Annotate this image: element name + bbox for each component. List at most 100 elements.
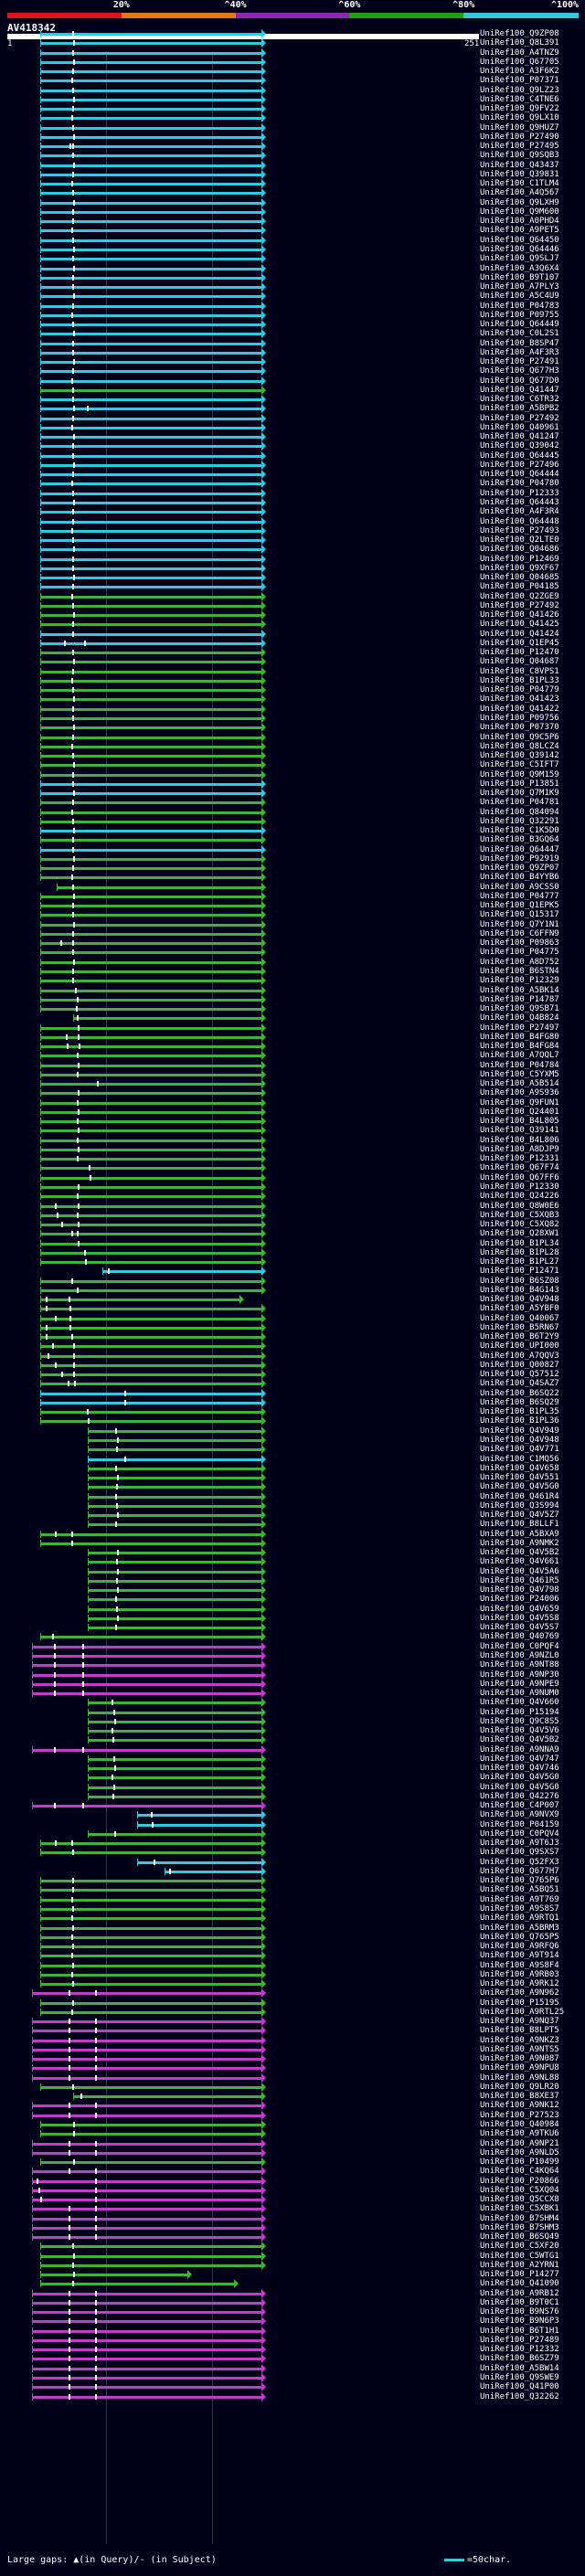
hit-arrow bbox=[261, 882, 266, 892]
gap-marker bbox=[69, 2384, 70, 2390]
hit-bar bbox=[40, 1148, 261, 1151]
gap-marker bbox=[112, 1793, 114, 1799]
hit-arrow bbox=[261, 1885, 266, 1895]
hit-arrow bbox=[261, 320, 266, 330]
gap-marker bbox=[72, 452, 74, 459]
hit-arrow bbox=[261, 1716, 266, 1726]
hit-bar bbox=[88, 1439, 261, 1442]
hit-arrow bbox=[261, 1801, 266, 1811]
hit-arrow bbox=[261, 2167, 266, 2177]
gap-marker bbox=[114, 1765, 116, 1772]
hit-arrow bbox=[261, 1172, 266, 1182]
gap-marker bbox=[69, 2019, 70, 2025]
hit-bar bbox=[40, 1167, 261, 1171]
hit-arrow bbox=[261, 1773, 266, 1783]
gap-marker bbox=[69, 2149, 70, 2156]
hit-arrow bbox=[261, 2063, 266, 2073]
hit-bar bbox=[40, 1242, 261, 1246]
hit-arrow bbox=[261, 1463, 266, 1473]
gap-marker bbox=[72, 87, 74, 93]
gap-marker bbox=[117, 1568, 119, 1574]
gap-marker bbox=[69, 2037, 70, 2043]
hit-bar bbox=[88, 1552, 261, 1555]
hit-arrow bbox=[261, 1238, 266, 1248]
gap-marker bbox=[77, 1071, 79, 1077]
hit-arrow bbox=[261, 2054, 266, 2064]
hit-arrow bbox=[261, 807, 266, 817]
gap-marker bbox=[73, 133, 75, 140]
hit-bar bbox=[40, 595, 261, 599]
gap-marker bbox=[73, 246, 75, 252]
hit-bar bbox=[40, 1392, 261, 1395]
hit-arrow bbox=[261, 1051, 266, 1061]
gap-marker bbox=[95, 2224, 97, 2231]
gap-marker bbox=[40, 2197, 42, 2203]
hit-bar bbox=[40, 1279, 261, 1283]
hit-arrow bbox=[261, 2092, 266, 2102]
hit-bar bbox=[102, 1270, 261, 1274]
gap-marker bbox=[69, 2140, 70, 2147]
hit-arrow bbox=[261, 1913, 266, 1924]
hit-arrow bbox=[261, 470, 266, 480]
gap-marker bbox=[95, 2384, 97, 2390]
hit-bar bbox=[88, 1448, 261, 1452]
hit-bar bbox=[40, 1917, 261, 1921]
hit-arrow bbox=[261, 1332, 266, 1342]
gap-marker bbox=[78, 1183, 80, 1190]
hit-arrow bbox=[261, 1482, 266, 1492]
hit-arrow bbox=[261, 2232, 266, 2242]
gap-marker bbox=[61, 1222, 63, 1228]
hit-bar bbox=[40, 1326, 261, 1330]
gap-marker bbox=[73, 434, 75, 440]
gap-marker bbox=[95, 2065, 97, 2072]
hit-arrow bbox=[261, 1650, 266, 1660]
hit-arrow bbox=[261, 460, 266, 470]
hit-arrow bbox=[261, 2288, 266, 2298]
hit-arrow bbox=[261, 263, 266, 273]
hit-bar bbox=[40, 1008, 261, 1012]
gap-marker bbox=[69, 2375, 70, 2380]
hit-arrow bbox=[261, 1791, 266, 1801]
gap-marker bbox=[72, 978, 74, 984]
hit-arrow bbox=[261, 272, 266, 282]
gap-marker bbox=[154, 1859, 155, 1865]
gap-marker bbox=[117, 1475, 119, 1481]
gap-marker bbox=[95, 2103, 97, 2109]
gap-marker bbox=[113, 1709, 115, 1715]
hit-arrow bbox=[261, 1004, 266, 1014]
hit-arrow bbox=[261, 1566, 266, 1576]
hit-bar bbox=[40, 1073, 261, 1076]
gap-marker bbox=[54, 1691, 56, 1697]
hit-arrow bbox=[261, 347, 266, 357]
hit-arrow bbox=[261, 488, 266, 498]
gap-marker bbox=[73, 725, 75, 731]
gap-marker bbox=[108, 1268, 110, 1275]
hit-bar bbox=[40, 1317, 261, 1320]
gap-marker bbox=[95, 2028, 97, 2034]
gap-marker bbox=[73, 1372, 75, 1378]
hit-arrow bbox=[261, 1876, 266, 1886]
hit-bar bbox=[32, 2170, 261, 2174]
hit-arrow bbox=[261, 1285, 266, 1295]
hit-row[interactable]: UniRef100_Q32262 bbox=[0, 2391, 585, 2402]
gap-marker bbox=[46, 1324, 48, 1330]
hit-arrow bbox=[261, 76, 266, 86]
gap-marker bbox=[78, 1146, 80, 1152]
gap-marker bbox=[72, 302, 74, 309]
gap-marker bbox=[116, 1577, 118, 1584]
gap-marker bbox=[95, 2046, 97, 2052]
hit-arrow bbox=[261, 132, 266, 142]
gap-marker bbox=[151, 1812, 153, 1818]
hit-arrow bbox=[261, 1744, 266, 1754]
hit-arrow bbox=[261, 1135, 266, 1145]
gap-marker bbox=[169, 1868, 171, 1874]
gap-marker bbox=[52, 1343, 54, 1350]
hit-arrow bbox=[261, 1117, 266, 1127]
gap-marker bbox=[71, 1277, 73, 1284]
gap-marker bbox=[87, 1409, 89, 1415]
hit-bar bbox=[40, 529, 261, 533]
hit-arrow bbox=[261, 2354, 266, 2364]
hit-label[interactable]: UniRef100_Q32262 bbox=[480, 2392, 559, 2402]
hit-arrow bbox=[261, 1229, 266, 1239]
gap-marker bbox=[55, 1531, 57, 1537]
